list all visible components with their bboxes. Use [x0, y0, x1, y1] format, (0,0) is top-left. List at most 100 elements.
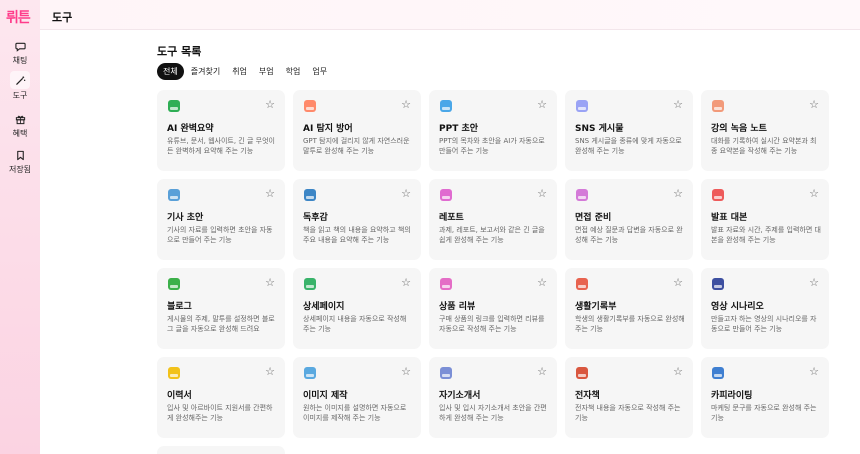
tool-card[interactable]: ☆ 상세페이지 상세페이지 내용을 자동으로 작성해 주는 기능	[293, 268, 421, 349]
tool-card-description: 구매 상품의 링크를 입력하면 리뷰를 자동으로 작성해 주는 기능	[439, 315, 545, 333]
script-icon	[712, 189, 724, 201]
review-icon	[440, 278, 452, 290]
favorite-star-icon[interactable]: ☆	[265, 188, 275, 199]
favorite-star-icon[interactable]: ☆	[401, 188, 411, 199]
sidebar-item-benefits[interactable]: 혜택	[0, 109, 40, 141]
tool-card[interactable]: ☆ 이미지 제작 원하는 이미지를 설명하면 자동으로 이미지를 제작해 주는 기능	[293, 357, 421, 438]
tab-work[interactable]: 업무	[307, 63, 332, 80]
tool-card[interactable]: ☆ PPT 초안 PPT의 목차와 초안을 AI가 자동으로 만들어 주는 기능	[429, 90, 557, 171]
tool-card[interactable]	[157, 446, 285, 454]
tool-card-title: 이미지 제작	[303, 391, 348, 401]
tool-card[interactable]: ☆ 카피라이팅마케팅 문구를 자동으로 완성해 주는 기능	[701, 357, 829, 438]
tab-favorites[interactable]: 즐겨찾기	[186, 63, 225, 80]
favorite-star-icon[interactable]: ☆	[537, 188, 547, 199]
book-icon	[304, 189, 316, 201]
tool-card-title: 생활기록부	[575, 302, 617, 312]
top-header: 도구	[40, 0, 860, 30]
sidebar-item-label: 도구	[12, 91, 28, 100]
favorite-star-icon[interactable]: ☆	[673, 366, 683, 377]
tool-card-description: 게시물의 주제, 말투를 설정하면 블로그 글을 자동으로 완성해 드려요	[167, 315, 275, 333]
tool-card[interactable]: ☆ 기사 초안기사의 자료를 입력하면 초안을 자동으로 만들어 주는 기능	[157, 179, 285, 260]
favorite-star-icon[interactable]: ☆	[265, 99, 275, 110]
webpage-icon	[304, 278, 316, 290]
tool-card-description: 책을 읽고 책의 내용을 요약하고 책의 주요 내용을 요약해 주는 기능	[303, 226, 411, 244]
favorite-star-icon[interactable]: ☆	[265, 277, 275, 288]
tool-card-title: 기사 초안	[167, 213, 204, 223]
tool-card-description: 입사 및 입시 자기소개서 초안을 간편하게 완성해 주는 기능	[439, 404, 547, 422]
tool-card[interactable]: ☆ 강의 녹음 노트 대화를 기록하여 실시간 요약본과 최종 요약본을 작성해 주…	[701, 90, 829, 171]
tool-card[interactable]: ☆ 면접 준비 면접 예상 질문과 답변을 자동으로 완성해 주는 기능	[565, 179, 693, 260]
favorite-star-icon[interactable]: ☆	[401, 277, 411, 288]
sidebar-item-saved[interactable]: 저장됨	[0, 145, 40, 177]
tool-card-title: AI 완벽요약	[167, 124, 214, 134]
tool-card[interactable]: ☆ 독후감책을 읽고 책의 내용을 요약하고 책의 주요 내용을 요약해 주는 기…	[293, 179, 421, 260]
favorite-star-icon[interactable]: ☆	[673, 99, 683, 110]
blog-icon	[168, 278, 180, 290]
sidebar: 뤼튼 채팅 도구 혜택 저장됨	[0, 0, 40, 454]
favorite-star-icon[interactable]: ☆	[809, 188, 819, 199]
tool-card-description: 발표 자료와 시간, 주제를 입력하면 대본을 완성해 주는 기능	[711, 226, 821, 244]
tool-card[interactable]: ☆ 생활기록부 학생의 생활기록부를 자동으로 완성해 주는 기능	[565, 268, 693, 349]
tool-card-description: 상세페이지 내용을 자동으로 작성해 주는 기능	[303, 315, 407, 333]
favorite-star-icon[interactable]: ☆	[673, 188, 683, 199]
tool-card-description: 과제, 레포트, 보고서와 같은 긴 글을 쉽게 완성해 주는 기능	[439, 226, 545, 244]
tool-card-title: 카피라이팅	[711, 391, 753, 401]
tool-grid: ☆ AI 완벽요약 유튜브, 문서, 웹사이트, 긴 글 무엇이든 완벽하게 요약해…	[157, 90, 829, 454]
magic-wand-icon	[10, 71, 30, 89]
image-icon	[304, 367, 316, 379]
sidebar-item-label: 혜택	[12, 129, 28, 138]
favorite-star-icon[interactable]: ☆	[809, 99, 819, 110]
favorite-star-icon[interactable]: ☆	[537, 366, 547, 377]
tool-card[interactable]: ☆ 영상 시나리오 만들고자 하는 영상의 시나리오를 자동으로 만들어 주는 기능	[701, 268, 829, 349]
pen-icon	[712, 367, 724, 379]
tool-card[interactable]: ☆ 레포트과제, 레포트, 보고서와 같은 긴 글을 쉽게 완성해 주는 기능	[429, 179, 557, 260]
tool-card[interactable]: ☆ 전자책전자책 내용을 자동으로 작성해 주는 기능	[565, 357, 693, 438]
tool-card[interactable]: ☆ 상품 리뷰구매 상품의 링크를 입력하면 리뷰를 자동으로 작성해 주는 기능	[429, 268, 557, 349]
tool-card[interactable]: ☆ 자기소개서 입사 및 입시 자기소개서 초안을 간편하게 완성해 주는 기능	[429, 357, 557, 438]
tool-card-title: 블로그	[167, 302, 192, 312]
tool-card-description: 기사의 자료를 입력하면 초안을 자동으로 만들어 주는 기능	[167, 226, 273, 244]
bookmark-icon	[11, 147, 29, 163]
tab-side-job[interactable]: 부업	[254, 63, 279, 80]
favorite-star-icon[interactable]: ☆	[537, 277, 547, 288]
favorite-star-icon[interactable]: ☆	[809, 277, 819, 288]
gift-icon	[11, 111, 29, 127]
report-icon	[440, 189, 452, 201]
tool-card-title: 독후감	[303, 213, 328, 223]
tool-card[interactable]: ☆ AI 탐지 방어 GPT 탐지에 걸리지 않게 자연스러운 말투로 완성해 주는…	[293, 90, 421, 171]
tool-card-description: PPT의 목차와 초안을 AI가 자동으로 만들어 주는 기능	[439, 137, 545, 155]
tool-card-description: GPT 탐지에 걸리지 않게 자연스러운 말투로 완성해 주는 기능	[303, 137, 410, 155]
tool-card[interactable]: ☆ 발표 대본 발표 자료와 시간, 주제를 입력하면 대본을 완성해 주는 기능	[701, 179, 829, 260]
favorite-star-icon[interactable]: ☆	[809, 366, 819, 377]
tool-card-title: 강의 녹음 노트	[711, 124, 767, 134]
favorite-star-icon[interactable]: ☆	[265, 366, 275, 377]
tool-card-description: 입사 및 아르바이트 지원서를 간편하게 완성해주는 기능	[167, 404, 273, 422]
tool-card-description: 전자책 내용을 자동으로 작성해 주는 기능	[575, 404, 681, 422]
favorite-star-icon[interactable]: ☆	[401, 99, 411, 110]
tab-all[interactable]: 전체	[157, 63, 184, 80]
shield-icon	[304, 100, 316, 112]
favorite-star-icon[interactable]: ☆	[673, 277, 683, 288]
sidebar-item-chat[interactable]: 채팅	[0, 36, 40, 68]
sidebar-item-label: 저장됨	[8, 165, 32, 174]
tool-card[interactable]: ☆ 이력서 입사 및 아르바이트 지원서를 간편하게 완성해주는 기능	[157, 357, 285, 438]
tool-card[interactable]: ☆ AI 완벽요약 유튜브, 문서, 웹사이트, 긴 글 무엇이든 완벽하게 요약해…	[157, 90, 285, 171]
school-icon	[576, 278, 588, 290]
app-logo[interactable]: 뤼튼	[6, 7, 31, 27]
tool-card-description: 마케팅 문구를 자동으로 완성해 주는 기능	[711, 404, 817, 422]
tab-study[interactable]: 학업	[281, 63, 306, 80]
tool-card[interactable]: ☆ 블로그게시물의 주제, 말투를 설정하면 블로그 글을 자동으로 완성해 드려…	[157, 268, 285, 349]
favorite-star-icon[interactable]: ☆	[401, 366, 411, 377]
tool-card[interactable]: ☆ SNS 게시물 SNS 게시글을 종류에 맞게 자동으로 완성해 주는 기능	[565, 90, 693, 171]
tool-card-title: 상품 리뷰	[439, 302, 476, 312]
tool-card-title: 영상 시나리오	[711, 302, 764, 312]
tool-card-description: SNS 게시글을 종류에 맞게 자동으로 완성해 주는 기능	[575, 137, 682, 155]
tab-employment[interactable]: 취업	[227, 63, 252, 80]
tool-card-title: AI 탐지 방어	[303, 124, 353, 134]
profile-doc-icon	[440, 367, 452, 379]
resume-icon	[168, 367, 180, 379]
tool-card-title: 레포트	[439, 213, 464, 223]
tool-card-title: 전자책	[575, 391, 600, 401]
sidebar-item-tools[interactable]: 도구	[0, 70, 40, 102]
favorite-star-icon[interactable]: ☆	[537, 99, 547, 110]
